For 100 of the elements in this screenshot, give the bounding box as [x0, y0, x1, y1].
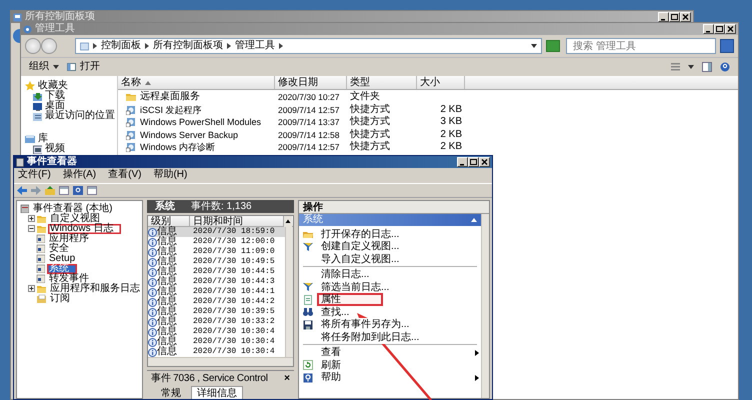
date-modified: 2009/7/14 12:57: [278, 104, 340, 115]
menu-item[interactable]: 查看(V): [108, 169, 142, 182]
info-icon: [148, 298, 157, 307]
close-button[interactable]: ×: [284, 372, 290, 385]
sort-arrow-icon: [145, 80, 151, 84]
action-item[interactable]: 帮助: [317, 371, 345, 384]
file-name[interactable]: Windows PowerShell Modules: [140, 116, 262, 128]
tree-item[interactable]: 订阅: [48, 294, 72, 304]
back-icon[interactable]: [17, 186, 27, 195]
event-time: 2020/7/30 10:39:5: [192, 307, 276, 317]
info-icon: [148, 278, 157, 287]
chevron-icon: [279, 43, 283, 49]
maximize-button[interactable]: [714, 24, 725, 34]
column-header[interactable]: 类型: [347, 76, 417, 89]
collapse-icon[interactable]: [28, 225, 35, 232]
date-modified: 2020/7/30 10:27: [278, 92, 340, 102]
event-count: 事件数: 1,136: [191, 200, 252, 213]
pane-icon[interactable]: [59, 186, 69, 195]
tree-item[interactable]: Windows 日志: [48, 224, 122, 234]
nav-item[interactable]: 库: [38, 134, 48, 144]
scrollbar[interactable]: [481, 214, 489, 398]
column-label: 名称: [121, 76, 141, 88]
nav-item[interactable]: 桌面: [45, 101, 65, 111]
breadcrumb-item[interactable]: 管理工具: [235, 40, 275, 52]
action-item[interactable]: 查看: [317, 346, 345, 360]
menu-item[interactable]: 操作(A): [62, 169, 96, 182]
folder-icon: [37, 284, 46, 294]
minimize-button[interactable]: [658, 12, 669, 22]
tree-item[interactable]: 转发事件: [47, 274, 91, 284]
tree-item[interactable]: 安全: [47, 244, 71, 254]
maximize-button[interactable]: [468, 157, 479, 167]
tree-item[interactable]: 应用程序: [47, 234, 91, 244]
action-item[interactable]: 创建自定义视图...: [317, 240, 404, 254]
menu-item[interactable]: 文件(F): [18, 169, 51, 182]
tree-item[interactable]: 自定义视图: [48, 214, 102, 224]
scrollbar[interactable]: [285, 227, 293, 358]
action-item[interactable]: 属性: [317, 293, 383, 306]
scroll-up-icon[interactable]: [284, 216, 292, 228]
nav-item[interactable]: 收藏夹: [38, 81, 68, 91]
nav-item[interactable]: 下载: [45, 91, 65, 101]
file-name[interactable]: 远程桌面服务: [140, 91, 200, 104]
filter-icon: [303, 242, 313, 252]
control-panel-icon: [13, 12, 22, 22]
close-button[interactable]: [725, 24, 736, 34]
tree-item[interactable]: Setup: [47, 254, 78, 264]
tree-item[interactable]: 应用程序和服务日志: [48, 284, 142, 294]
close-button[interactable]: [479, 157, 490, 167]
close-button[interactable]: [680, 12, 691, 22]
breadcrumb-item[interactable]: 控制面板: [101, 40, 141, 52]
minimize-button[interactable]: [703, 24, 714, 34]
binoculars-icon: [303, 307, 313, 318]
column-header[interactable]: 大小: [417, 76, 465, 89]
action-item[interactable]: 打开保存的日志...: [317, 228, 404, 241]
organize-menu-button[interactable]: 组织: [29, 61, 59, 73]
log-icon: [36, 244, 45, 254]
event-time: 2020/7/30 10:30:4: [192, 337, 276, 347]
event-row[interactable]: 信息 2020/7/30 18:59:0: [148, 227, 285, 238]
document-icon: [303, 294, 313, 305]
nav-item[interactable]: 视频: [45, 144, 65, 154]
pane-icon[interactable]: [87, 186, 97, 195]
tab[interactable]: 详细信息: [191, 386, 243, 399]
event-time: 2020/7/30 10:44:5: [192, 267, 276, 277]
event-time: 2020/7/30 10:30:4: [192, 347, 276, 358]
folder-icon: [303, 229, 313, 240]
nav-item[interactable]: 最近访问的位置: [45, 111, 115, 121]
open-button[interactable]: 打开: [67, 61, 100, 73]
section-title: 系统: [303, 214, 324, 226]
column-header[interactable]: 修改日期: [275, 76, 347, 89]
event-row[interactable]: 信息 2020/7/30 10:30:4: [148, 347, 285, 358]
window-icon: [67, 63, 76, 71]
column-header[interactable]: 级别: [148, 216, 190, 226]
action-item[interactable]: 刷新: [317, 358, 345, 372]
file-name[interactable]: Windows Server Backup: [140, 128, 238, 141]
help-icon[interactable]: [720, 62, 730, 72]
preview-pane-icon[interactable]: [702, 62, 712, 72]
log-icon: [36, 234, 45, 244]
event-time: 2020/7/30 10:49:5: [192, 257, 276, 267]
up-folder-icon[interactable]: [45, 186, 55, 195]
pane-title: 操作: [299, 200, 489, 214]
maximize-button[interactable]: [669, 12, 680, 22]
scrollbar[interactable]: [148, 357, 293, 366]
tree-item[interactable]: 事件查看器 (本地): [31, 204, 114, 214]
address-bar[interactable]: 控制面板 所有控制面板项 管理工具: [75, 38, 542, 54]
expand-icon[interactable]: [28, 285, 35, 292]
info-icon: [148, 268, 157, 277]
expand-icon[interactable]: [28, 215, 35, 222]
menu-item[interactable]: 帮助(H): [153, 169, 188, 182]
file-name[interactable]: iSCSI 发起程序: [140, 104, 202, 116]
event-level: 信息: [157, 347, 177, 358]
help-icon[interactable]: [73, 186, 83, 195]
event-time: 2020/7/30 12:00:0: [192, 237, 276, 247]
info-icon: [148, 248, 157, 257]
minimize-button[interactable]: [457, 157, 468, 167]
search-field[interactable]: 搜索 管理工具: [566, 38, 716, 54]
dropdown-caret-icon: [531, 44, 537, 48]
file-name[interactable]: Windows 内存诊断: [140, 141, 216, 154]
breadcrumb-item[interactable]: 所有控制面板项: [153, 40, 223, 52]
folder-icon: [37, 224, 46, 234]
action-item[interactable]: 导入自定义视图...: [317, 252, 404, 266]
desktop-icon: [33, 102, 42, 110]
